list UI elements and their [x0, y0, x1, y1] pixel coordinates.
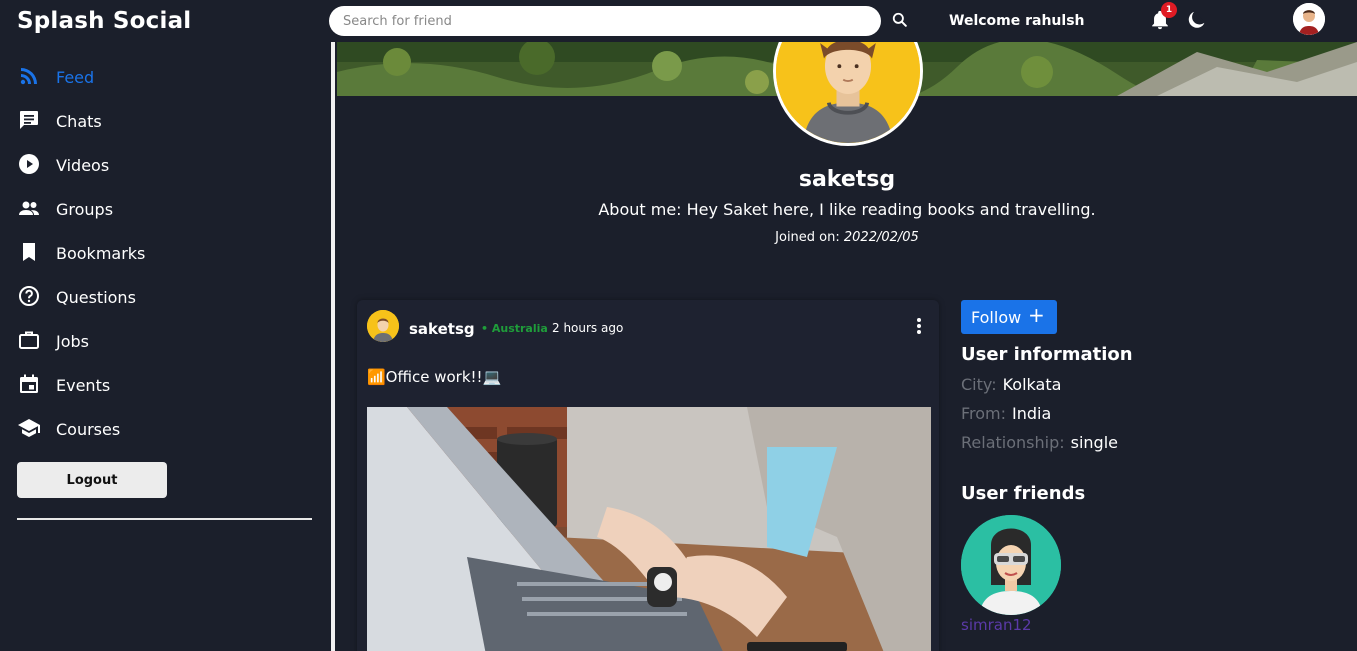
- user-avatar[interactable]: [1293, 3, 1325, 35]
- joined-label: Joined on:: [775, 230, 840, 245]
- sidebar-item-label: Groups: [56, 200, 114, 219]
- sidebar-item-courses[interactable]: Courses: [17, 416, 120, 444]
- profile-username: saketsg: [798, 167, 896, 192]
- more-vert-icon[interactable]: [913, 316, 925, 338]
- user-info-title: User information: [961, 344, 1133, 365]
- search-icon[interactable]: [890, 10, 910, 30]
- sidebar-item-groups[interactable]: Groups: [17, 196, 113, 224]
- briefcase-icon: [17, 328, 41, 356]
- follow-label: Follow: [971, 307, 1022, 327]
- sidebar-item-label: Feed: [56, 68, 95, 87]
- follow-button[interactable]: Follow +: [961, 300, 1057, 334]
- plus-icon: +: [1028, 303, 1045, 327]
- search-input[interactable]: [329, 6, 881, 36]
- info-key: City:: [961, 375, 997, 394]
- notification-badge: 1: [1161, 2, 1177, 18]
- post-location: • Australia: [481, 322, 548, 335]
- info-row-relationship: Relationship: single: [961, 433, 1118, 452]
- logout-button[interactable]: Logout: [17, 462, 167, 498]
- sidebar-item-label: Bookmarks: [56, 244, 146, 263]
- profile-about: About me: Hey Saket here, I like reading…: [598, 200, 1096, 219]
- top-bar: Splash Social Welcome rahulsh 1: [0, 0, 1357, 42]
- sidebar-item-events[interactable]: Events: [17, 372, 110, 400]
- sidebar-item-label: Courses: [56, 420, 121, 439]
- calendar-icon: [17, 372, 41, 400]
- sidebar-item-chats[interactable]: Chats: [17, 108, 102, 136]
- sidebar-item-videos[interactable]: Videos: [17, 152, 109, 180]
- sidebar-item-label: Jobs: [56, 332, 89, 351]
- info-row-city: City: Kolkata: [961, 375, 1061, 394]
- sidebar-item-label: Videos: [56, 156, 110, 175]
- bookmark-icon: [17, 240, 41, 268]
- rss-icon: [17, 64, 41, 92]
- moon-icon[interactable]: [1186, 9, 1208, 31]
- joined-date: 2022/02/05: [843, 230, 919, 245]
- info-row-from: From: India: [961, 404, 1051, 423]
- post-text: 📶Office work!!💻: [367, 368, 502, 386]
- sidebar-item-label: Questions: [56, 288, 136, 307]
- post-card: saketsg • Australia 2 hours ago 📶Office …: [357, 300, 939, 651]
- help-circle-icon: [17, 284, 41, 312]
- post-avatar[interactable]: [367, 310, 399, 342]
- welcome-text: Welcome rahulsh: [949, 13, 1085, 29]
- app-logo[interactable]: Splash Social: [17, 8, 191, 34]
- profile-joined: Joined on: 2022/02/05: [337, 230, 1357, 245]
- play-circle-icon: [17, 152, 41, 180]
- friend-name[interactable]: simran12: [961, 616, 1032, 634]
- sidebar-item-questions[interactable]: Questions: [17, 284, 136, 312]
- info-key: From:: [961, 404, 1007, 423]
- post-time: 2 hours ago: [552, 321, 624, 335]
- sidebar-item-bookmarks[interactable]: Bookmarks: [17, 240, 145, 268]
- friend-avatar[interactable]: [961, 515, 1061, 615]
- sidebar-item-label: Events: [56, 376, 111, 395]
- info-value: Kolkata: [1002, 375, 1062, 394]
- sidebar-item-label: Chats: [56, 112, 102, 131]
- sidebar-item-feed[interactable]: Feed: [17, 64, 94, 92]
- post-username[interactable]: saketsg: [409, 320, 475, 338]
- school-icon: [17, 416, 41, 444]
- sidebar-item-jobs[interactable]: Jobs: [17, 328, 89, 356]
- info-value: India: [1012, 404, 1052, 423]
- user-friends-title: User friends: [961, 483, 1086, 504]
- sidebar: Feed Chats Videos Groups Bookmarks Quest…: [0, 42, 331, 651]
- post-image: [367, 407, 931, 651]
- chat-icon: [17, 108, 41, 136]
- sidebar-divider: [17, 518, 312, 520]
- group-icon: [17, 196, 41, 224]
- sidebar-border: [331, 42, 335, 651]
- info-key: Relationship:: [961, 433, 1065, 452]
- info-value: single: [1070, 433, 1118, 452]
- profile-avatar: [773, 0, 923, 146]
